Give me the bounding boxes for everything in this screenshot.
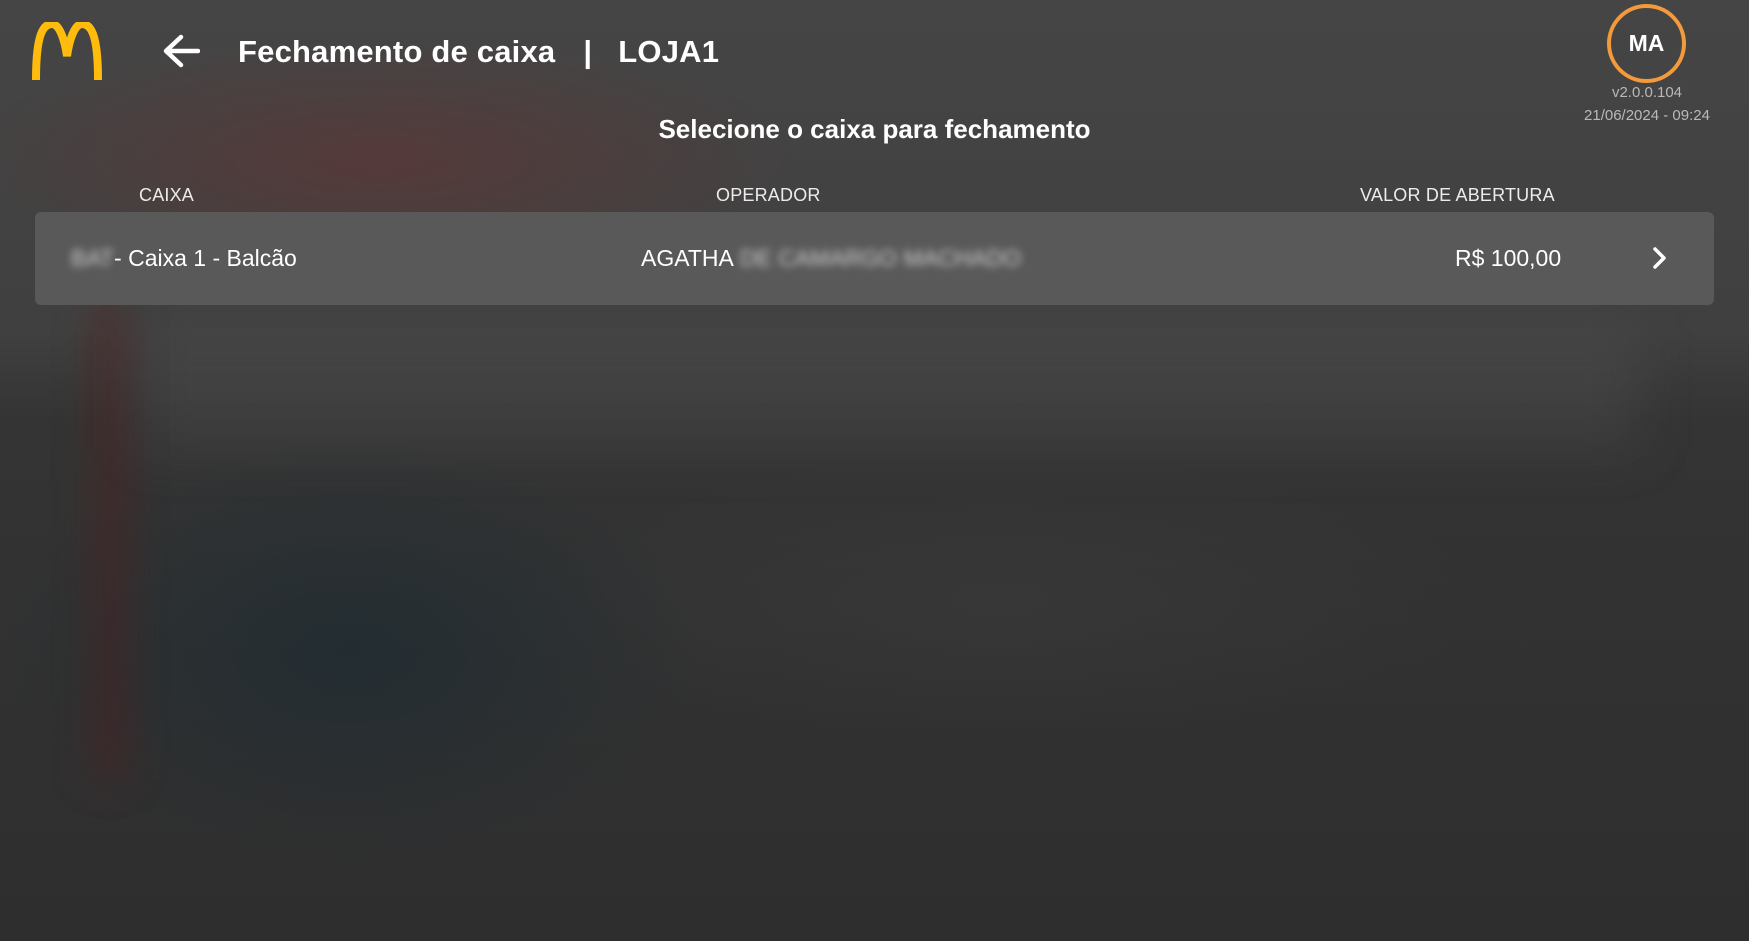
valor-abertura-cell: R$ 100,00	[1455, 245, 1562, 271]
caixa-cell: BAT - Caixa 1 - Balcão	[71, 212, 297, 305]
back-button[interactable]	[158, 28, 204, 74]
arrow-left-icon	[163, 34, 200, 68]
mcdonalds-logo-icon	[32, 19, 102, 82]
instruction-text: Selecione o caixa para fechamento	[658, 114, 1091, 144]
column-header-operador: OPERADOR	[716, 185, 821, 205]
operador-last-name-redacted: DE CAMARGO MACHADO	[739, 245, 1022, 271]
chevron-right-icon[interactable]	[1645, 244, 1673, 272]
column-header-caixa: CAIXA	[139, 185, 195, 205]
background-decoration	[140, 330, 1640, 450]
column-header-valor-abertura: VALOR DE ABERTURA	[1360, 185, 1555, 205]
background-decoration	[90, 300, 130, 780]
caixa-row[interactable]: BAT - Caixa 1 - Balcão AGATHA DE CAMARGO…	[35, 212, 1714, 305]
avatar-initials: MA	[1628, 30, 1665, 56]
operador-first-name: AGATHA	[641, 245, 734, 271]
caixa-name: - Caixa 1 - Balcão	[114, 245, 297, 271]
caixa-prefix-redacted: BAT	[71, 245, 115, 271]
store-name: LOJA1	[618, 34, 720, 69]
app-version: v2.0.0.104	[1611, 84, 1683, 101]
title-text: Fechamento de caixa	[238, 34, 556, 69]
user-avatar[interactable]: MA	[1607, 4, 1686, 83]
page-title: Fechamento de caixa | LOJA1	[238, 30, 719, 74]
title-separator: |	[583, 34, 593, 69]
operador-cell: AGATHA DE CAMARGO MACHADO	[641, 212, 1021, 305]
